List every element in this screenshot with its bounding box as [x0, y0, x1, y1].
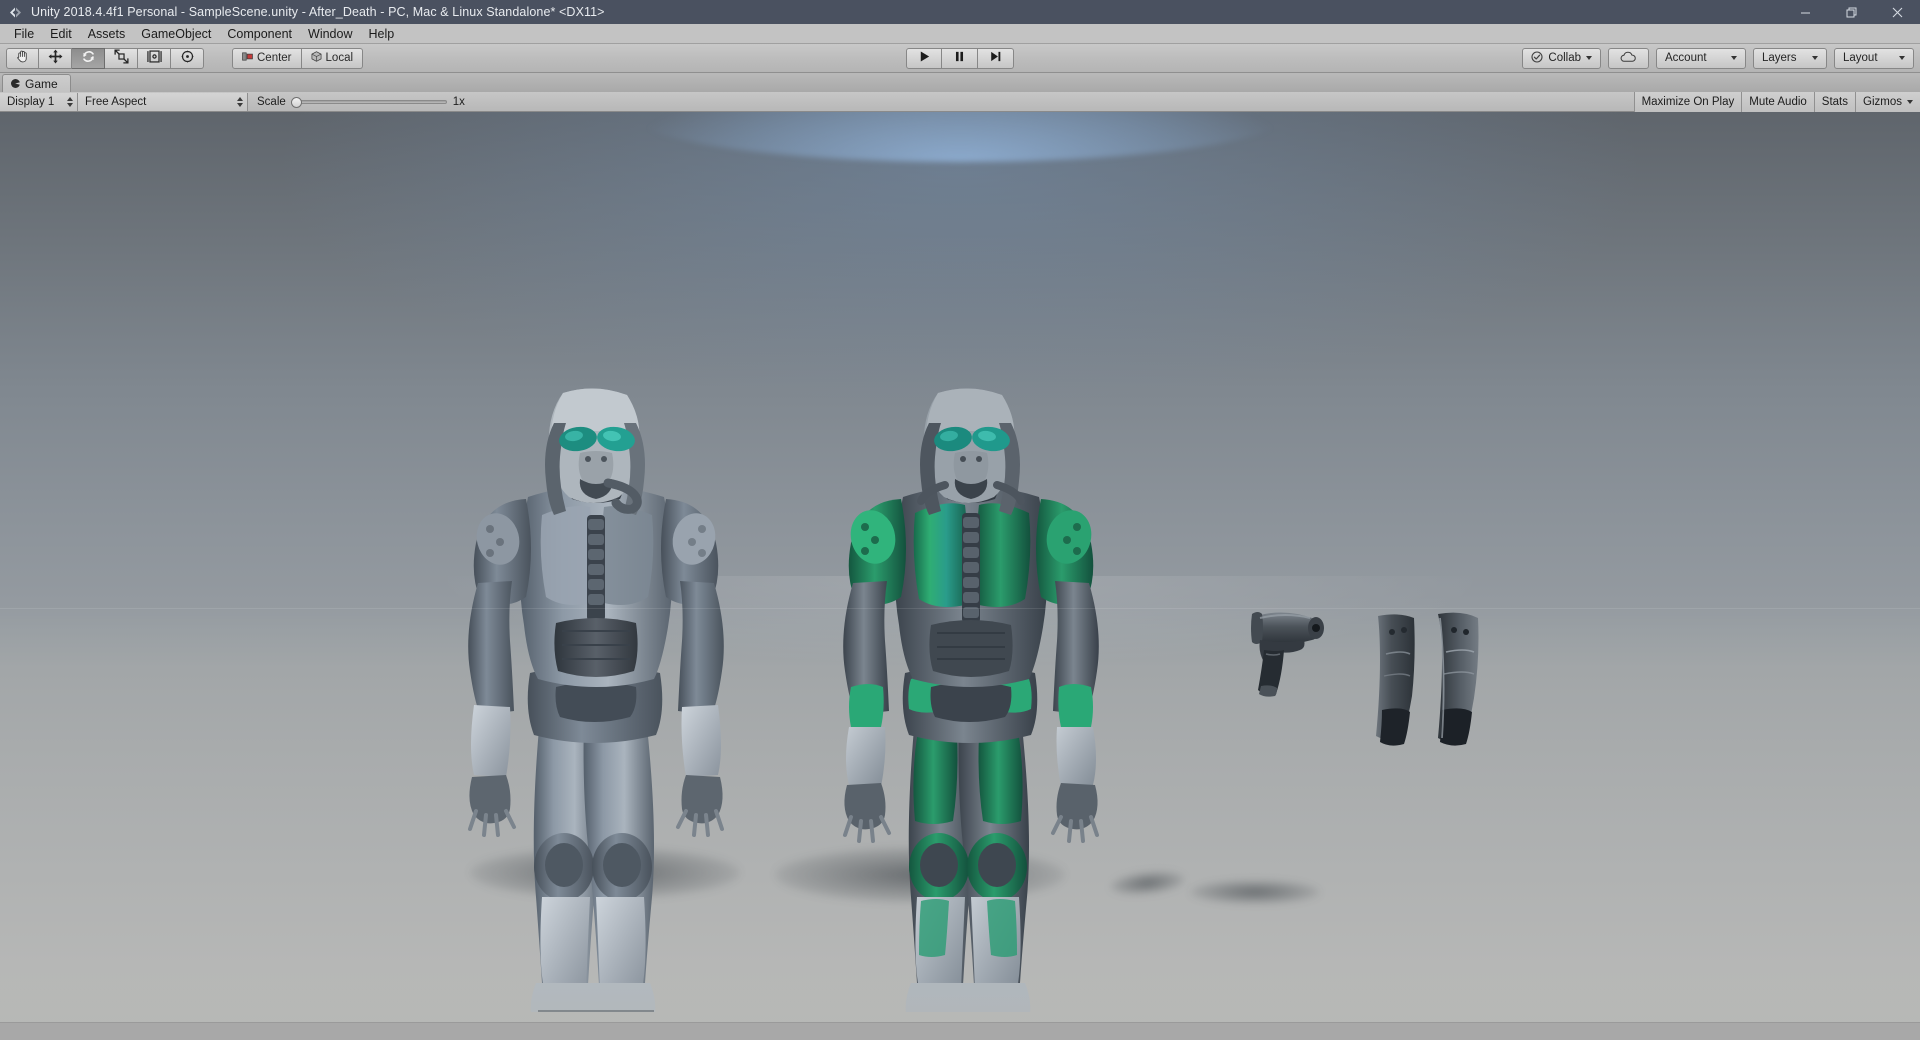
chevron-down-icon [1907, 100, 1913, 104]
hand-tool-button[interactable] [6, 47, 39, 69]
layout-button[interactable]: Layout [1834, 47, 1914, 69]
prop-armor-plates[interactable] [1370, 610, 1490, 750]
pivot-mode-label: Center [257, 52, 292, 64]
display-value: Display 1 [7, 95, 55, 108]
pivot-mode-button[interactable]: Center [232, 47, 302, 69]
gizmos-button[interactable]: Gizmos [1855, 92, 1920, 112]
hand-icon [15, 49, 30, 67]
chevron-updown-icon [237, 96, 243, 107]
unity-logo-icon [5, 0, 25, 24]
scale-slider[interactable] [290, 96, 447, 108]
layers-button[interactable]: Layers [1753, 47, 1827, 69]
chevron-down-icon [1899, 56, 1905, 60]
maximize-on-play-button[interactable]: Maximize On Play [1633, 92, 1742, 112]
rect-transform-icon [146, 49, 162, 67]
scale-control[interactable]: Scale 1x [248, 93, 465, 111]
window-title: Unity 2018.4.4f1 Personal - SampleScene.… [31, 5, 605, 19]
aspect-value: Free Aspect [85, 95, 147, 108]
step-button[interactable] [978, 47, 1014, 69]
game-toolbar-right: Maximize On Play Mute Audio Stats Gizmos [1633, 92, 1920, 112]
scale-value: 1x [452, 95, 465, 108]
menu-assets[interactable]: Assets [80, 24, 134, 44]
rotate-tool-button[interactable] [72, 47, 105, 69]
menu-file[interactable]: File [6, 24, 42, 44]
aspect-dropdown[interactable]: Free Aspect [78, 92, 248, 111]
handle-mode-label: Local [325, 52, 354, 64]
account-label: Account [1665, 52, 1707, 64]
collab-check-icon [1531, 50, 1543, 66]
scale-icon [113, 49, 129, 67]
character-grey-armor[interactable] [430, 387, 760, 1012]
play-icon [918, 50, 931, 66]
panel-tab-strip: Game [0, 73, 1920, 92]
menu-bar: File Edit Assets GameObject Component Wi… [0, 24, 1920, 44]
handle-local-icon [311, 51, 322, 65]
close-button[interactable] [1874, 0, 1920, 24]
tab-game[interactable]: Game [2, 74, 71, 92]
gizmos-label: Gizmos [1863, 96, 1902, 108]
tab-game-label: Game [25, 76, 58, 91]
menu-help[interactable]: Help [360, 24, 402, 44]
toolbar-right-group: Collab Account Layers Layout [1522, 47, 1914, 69]
character-green-armor[interactable] [805, 387, 1135, 1012]
shadow-armor-plates [1190, 880, 1320, 904]
mute-audio-button[interactable]: Mute Audio [1741, 92, 1814, 112]
game-view-toolbar: Display 1 Free Aspect Scale 1x Maximize … [0, 92, 1920, 112]
title-bar: Unity 2018.4.4f1 Personal - SampleScene.… [0, 0, 1920, 24]
collab-button[interactable]: Collab [1522, 47, 1601, 69]
chevron-down-icon [1731, 56, 1737, 60]
move-arrows-icon [48, 49, 63, 67]
game-pacman-icon [11, 79, 20, 88]
menu-edit[interactable]: Edit [42, 24, 80, 44]
pivot-center-icon [242, 51, 253, 65]
account-button[interactable]: Account [1656, 47, 1746, 69]
layers-label: Layers [1762, 52, 1797, 64]
pause-button[interactable] [942, 47, 978, 69]
prop-pistol[interactable] [1248, 600, 1338, 700]
rect-tool-button[interactable] [138, 47, 171, 69]
transform-tool-button[interactable] [171, 47, 204, 69]
sky-glow [630, 112, 1290, 162]
minimize-button[interactable] [1782, 0, 1828, 24]
scale-tool-button[interactable] [105, 47, 138, 69]
chevron-updown-icon [67, 96, 73, 107]
handle-mode-button[interactable]: Local [301, 47, 364, 69]
main-toolbar: Center Local Collab Account Layers Layou… [0, 44, 1920, 73]
layout-label: Layout [1843, 52, 1878, 64]
window-controls [1782, 0, 1920, 24]
play-button[interactable] [906, 47, 942, 69]
restore-button[interactable] [1828, 0, 1874, 24]
step-forward-icon [989, 50, 1002, 66]
chevron-down-icon [1812, 56, 1818, 60]
cloud-icon [1620, 51, 1637, 66]
stats-button[interactable]: Stats [1813, 92, 1856, 112]
rotate-icon [81, 49, 96, 67]
move-rotate-scale-icon [180, 49, 195, 67]
menu-window[interactable]: Window [300, 24, 360, 44]
menu-component[interactable]: Component [219, 24, 300, 44]
scale-slider-handle[interactable] [290, 96, 302, 108]
cloud-button[interactable] [1608, 47, 1649, 69]
scale-label: Scale [257, 95, 286, 108]
game-view-render[interactable] [0, 112, 1920, 1040]
collab-label: Collab [1548, 52, 1581, 64]
transform-tool-group [6, 47, 204, 69]
game-panel: Game Display 1 Free Aspect Scale 1x Maxi… [0, 73, 1920, 1040]
move-tool-button[interactable] [39, 47, 72, 69]
pause-icon [953, 50, 966, 66]
menu-gameobject[interactable]: GameObject [133, 24, 219, 44]
display-dropdown[interactable]: Display 1 [0, 92, 78, 111]
chevron-down-icon [1586, 56, 1592, 60]
playback-controls [906, 47, 1014, 69]
pivot-handle-group: Center Local [232, 47, 364, 69]
bottom-status-strip [0, 1022, 1920, 1040]
